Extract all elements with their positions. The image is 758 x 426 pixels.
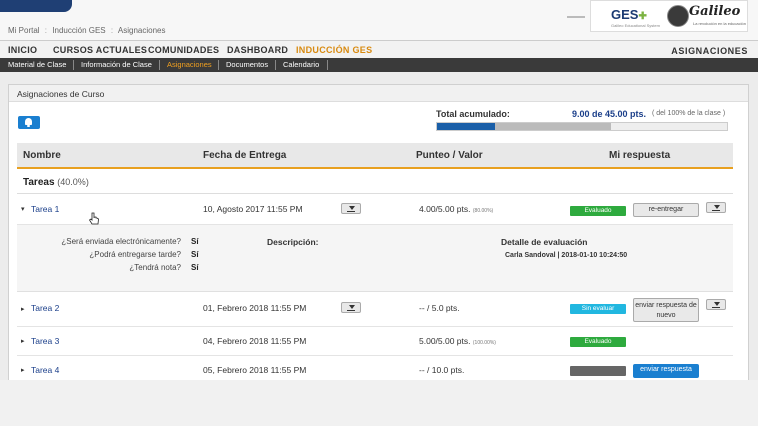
status-badge: Sin evaluar — [570, 304, 626, 314]
expand-caret-icon[interactable]: ▸ — [21, 337, 25, 345]
top-header: Mi Portal : Inducción GES : Asignaciones… — [0, 0, 758, 40]
galileo-seal-icon — [667, 5, 689, 27]
nav-dashboard[interactable]: DASHBOARD — [227, 45, 288, 55]
detail-answer: Sí — [191, 237, 199, 246]
breadcrumb: Mi Portal : Inducción GES : Asignaciones — [8, 26, 168, 35]
main-nav: INICIO CURSOS ACTUALES COMUNIDADES DASHB… — [0, 40, 758, 59]
evaluation-label: Detalle de evaluación — [501, 237, 588, 247]
total-note: ( del 100% de la clase ) — [652, 110, 726, 117]
send-response-button[interactable]: enviar respuesta — [633, 364, 699, 378]
status-badge: Evaluado — [570, 337, 626, 347]
due-date: 04, Febrero 2018 11:55 PM — [203, 336, 307, 346]
breadcrumb-current: Asignaciones — [117, 26, 166, 35]
breadcrumb-portal[interactable]: Mi Portal — [8, 26, 40, 35]
table-header: Nombre Fecha de Entrega Punteo / Valor M… — [17, 143, 733, 169]
collapse-caret-icon[interactable]: ▾ — [21, 205, 25, 213]
progress-fill — [437, 123, 495, 130]
download-icon — [349, 305, 355, 309]
table-row: ▸ Tarea 2 01, Febrero 2018 11:55 PM -- /… — [17, 292, 733, 327]
subnav-calendario[interactable]: Calendario — [283, 60, 319, 69]
total-value: 9.00 de 45.00 pts. — [572, 109, 647, 119]
total-label: Total acumulado: — [436, 109, 510, 119]
due-date: 05, Febrero 2018 11:55 PM — [203, 365, 307, 375]
section-percent: (40.0%) — [57, 177, 89, 187]
assignment-name[interactable]: Tarea 1 — [31, 204, 59, 214]
col-respuesta: Mi respuesta — [609, 150, 671, 161]
download-button[interactable] — [341, 302, 361, 313]
total-progress-bar — [436, 122, 728, 131]
assignment-name[interactable]: Tarea 3 — [31, 336, 59, 346]
nav-inicio[interactable]: INICIO — [8, 45, 37, 55]
ges-subtitle: Galileo Educational System — [611, 23, 660, 28]
divider — [73, 60, 74, 70]
page-bottom — [0, 380, 758, 426]
detail-question: ¿Tendrá nota? — [129, 263, 181, 272]
section-tareas: Tareas (40.0%) — [17, 169, 733, 194]
breadcrumb-separator: : — [44, 26, 48, 35]
hand-cursor-icon — [88, 212, 99, 225]
col-nombre: Nombre — [23, 150, 61, 161]
divider — [327, 60, 328, 70]
col-punteo: Punteo / Valor — [416, 150, 483, 161]
breadcrumb-course[interactable]: Inducción GES — [52, 26, 105, 35]
detail-answer: Sí — [191, 263, 199, 272]
section-title: Tareas (40.0%) — [23, 177, 89, 188]
description-label: Descripción: — [267, 237, 319, 247]
due-date: 10, Agosto 2017 11:55 PM — [203, 204, 303, 214]
evaluation-detail: Carla Sandoval | 2018-01-10 10:24:50 — [505, 252, 628, 259]
score: 5.00/5.00 pts. (100.00%) — [419, 336, 496, 346]
detail-answer: Sí — [191, 250, 199, 259]
download-icon — [714, 302, 720, 306]
brand-logos: GES✚ Galileo Educational System Galileo … — [590, 0, 748, 32]
score: -- / 10.0 pts. — [419, 365, 465, 375]
status-badge: Evaluado — [570, 206, 626, 216]
notifications-button[interactable] — [18, 116, 40, 129]
table-row: ▾ Tarea 1 10, Agosto 2017 11:55 PM 4.00/… — [17, 194, 733, 225]
galileo-logo: Galileo — [689, 4, 741, 19]
reentregar-button[interactable]: re-entregar — [633, 203, 699, 217]
assignment-name[interactable]: Tarea 2 — [31, 303, 59, 313]
col-fecha: Fecha de Entrega — [203, 150, 287, 161]
bell-icon — [25, 118, 32, 125]
expand-caret-icon[interactable]: ▸ — [21, 305, 25, 313]
status-badge — [570, 366, 626, 376]
divider — [275, 60, 276, 70]
subnav-asignaciones[interactable]: Asignaciones — [167, 60, 212, 69]
nav-induccion-ges[interactable]: INDUCCIÓN GES — [296, 45, 372, 55]
download-response-button[interactable] — [706, 202, 726, 213]
assignments-panel: Asignaciones de Curso Total acumulado: 9… — [8, 84, 749, 384]
subnav-informacion-de-clase[interactable]: Información de Clase — [81, 60, 152, 69]
expand-caret-icon[interactable]: ▸ — [21, 366, 25, 374]
detail-question: ¿Será enviada electrónicamente? — [61, 237, 181, 246]
download-button[interactable] — [341, 203, 361, 214]
download-icon — [714, 205, 720, 209]
send-again-button[interactable]: enviar respuesta de nuevo — [633, 298, 699, 322]
score: 4.00/5.00 pts. (80.00%) — [419, 204, 494, 214]
score: -- / 5.0 pts. — [419, 303, 460, 313]
ges-logo: GES✚ — [611, 7, 647, 22]
due-date: 01, Febrero 2018 11:55 PM — [203, 303, 307, 313]
progress-shaded — [495, 123, 611, 130]
nav-comunidades[interactable]: COMUNIDADES — [148, 45, 219, 55]
subnav-documentos[interactable]: Documentos — [226, 60, 268, 69]
divider — [159, 60, 160, 70]
sub-nav: Material de Clase Información de Clase A… — [0, 58, 758, 72]
download-response-button[interactable] — [706, 299, 726, 310]
nav-cursos-actuales[interactable]: CURSOS ACTUALES — [53, 45, 147, 55]
assignment-name[interactable]: Tarea 4 — [31, 365, 59, 375]
galileo-subtitle: La revolución en la educación — [693, 21, 746, 26]
page-section-label: ASIGNACIONES — [671, 46, 748, 56]
subnav-material-de-clase[interactable]: Material de Clase — [8, 60, 66, 69]
download-icon — [349, 206, 355, 210]
assignment-detail: ¿Será enviada electrónicamente? Sí ¿Podr… — [17, 225, 733, 292]
divider — [567, 16, 585, 18]
panel-title: Asignaciones de Curso — [17, 89, 105, 99]
breadcrumb-separator: : — [110, 26, 114, 35]
table-row: ▸ Tarea 3 04, Febrero 2018 11:55 PM 5.00… — [17, 327, 733, 356]
site-logo[interactable] — [0, 0, 72, 12]
panel-header: Asignaciones de Curso — [9, 85, 748, 102]
detail-question: ¿Podrá entregarse tarde? — [89, 250, 181, 259]
divider — [218, 60, 219, 70]
